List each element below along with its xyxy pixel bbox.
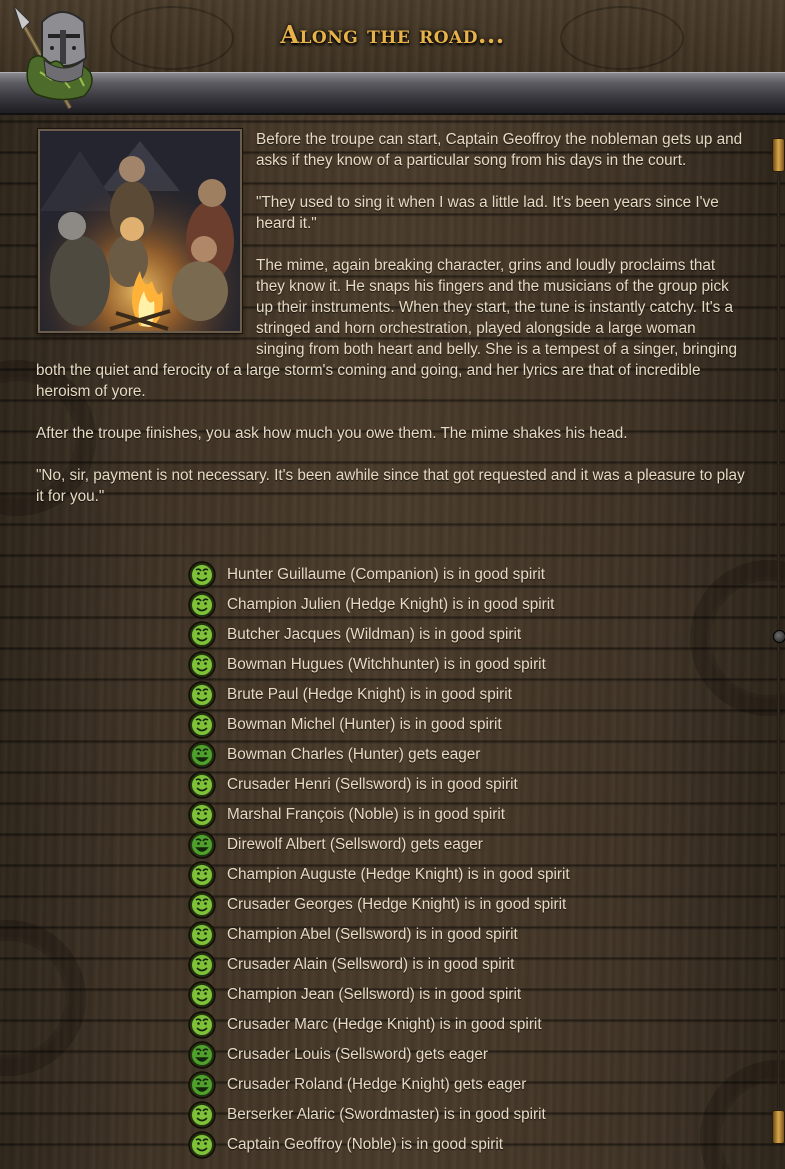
- story-paragraph: After the troupe finishes, you ask how m…: [36, 425, 628, 442]
- header-metal-band: [0, 72, 785, 115]
- mood-good-icon: [188, 681, 216, 709]
- result-text: Marshal François (Noble) is in good spir…: [227, 806, 505, 823]
- mood-good-icon: [188, 591, 216, 619]
- mood-good-icon: [188, 801, 216, 829]
- event-header: Along the road...: [0, 0, 785, 115]
- mood-good-icon: [188, 861, 216, 889]
- result-row: Bowman Michel (Hunter) is in good spirit: [188, 710, 688, 740]
- result-row: Crusader Roland (Hedge Knight) gets eage…: [188, 1070, 688, 1100]
- result-row: Crusader Henri (Sellsword) is in good sp…: [188, 770, 688, 800]
- mood-good-icon: [188, 561, 216, 589]
- result-row: Direwolf Albert (Sellsword) gets eager: [188, 830, 688, 860]
- result-row: Marshal François (Noble) is in good spir…: [188, 800, 688, 830]
- event-results-list: Hunter Guillaume (Companion) is in good …: [188, 560, 688, 1160]
- mood-good-icon: [188, 951, 216, 979]
- result-text: Crusader Louis (Sellsword) gets eager: [227, 1046, 489, 1063]
- result-row: Champion Julien (Hedge Knight) is in goo…: [188, 590, 688, 620]
- story-paragraph: "No, sir, payment is not necessary. It's…: [36, 467, 745, 505]
- result-row: Champion Jean (Sellsword) is in good spi…: [188, 980, 688, 1010]
- event-story: Before the troupe can start, Captain Geo…: [36, 129, 748, 528]
- mood-good-icon: [188, 651, 216, 679]
- result-row: Champion Abel (Sellsword) is in good spi…: [188, 920, 688, 950]
- result-text: Captain Geoffroy (Noble) is in good spir…: [227, 1136, 504, 1153]
- mood-good-icon: [188, 1101, 216, 1129]
- corner-knot-mid-right: [690, 560, 785, 716]
- image-wrap-spacer: [36, 129, 256, 345]
- result-text: Crusader Marc (Hedge Knight) is in good …: [227, 1016, 542, 1033]
- result-text: Bowman Hugues (Witchhunter) is in good s…: [227, 656, 546, 673]
- result-row: Bowman Charles (Hunter) gets eager: [188, 740, 688, 770]
- result-text: Bowman Charles (Hunter) gets eager: [227, 746, 481, 763]
- event-title: Along the road...: [280, 20, 505, 49]
- result-row: Crusader Louis (Sellsword) gets eager: [188, 1040, 688, 1070]
- mood-eager-icon: [188, 831, 216, 859]
- mood-eager-icon: [188, 1041, 216, 1069]
- scroll-down-button[interactable]: [772, 1110, 785, 1144]
- mood-eager-icon: [188, 741, 216, 769]
- scroll-up-button[interactable]: [772, 138, 785, 172]
- result-row: Crusader Georges (Hedge Knight) is in go…: [188, 890, 688, 920]
- mood-good-icon: [188, 1131, 216, 1159]
- result-text: Direwolf Albert (Sellsword) gets eager: [227, 836, 483, 853]
- mood-good-icon: [188, 921, 216, 949]
- result-row: Hunter Guillaume (Companion) is in good …: [188, 560, 688, 590]
- result-text: Bowman Michel (Hunter) is in good spirit: [227, 716, 502, 733]
- result-text: Crusader Alain (Sellsword) is in good sp…: [227, 956, 515, 973]
- result-text: Brute Paul (Hedge Knight) is in good spi…: [227, 686, 512, 703]
- result-row: Brute Paul (Hedge Knight) is in good spi…: [188, 680, 688, 710]
- result-text: Berserker Alaric (Swordmaster) is in goo…: [227, 1106, 546, 1123]
- result-row: Crusader Marc (Hedge Knight) is in good …: [188, 1010, 688, 1040]
- mood-good-icon: [188, 1011, 216, 1039]
- result-text: Crusader Roland (Hedge Knight) gets eage…: [227, 1076, 527, 1093]
- result-text: Crusader Henri (Sellsword) is in good sp…: [227, 776, 518, 793]
- result-row: Captain Geoffroy (Noble) is in good spir…: [188, 1130, 688, 1160]
- result-row: Crusader Alain (Sellsword) is in good sp…: [188, 950, 688, 980]
- result-row: Bowman Hugues (Witchhunter) is in good s…: [188, 650, 688, 680]
- scrollbar[interactable]: [772, 138, 785, 1144]
- result-text: Champion Jean (Sellsword) is in good spi…: [227, 986, 522, 1003]
- mood-good-icon: [188, 621, 216, 649]
- mood-eager-icon: [188, 1071, 216, 1099]
- result-text: Champion Abel (Sellsword) is in good spi…: [227, 926, 518, 943]
- mood-good-icon: [188, 981, 216, 1009]
- result-text: Hunter Guillaume (Companion) is in good …: [227, 566, 545, 583]
- result-row: Champion Auguste (Hedge Knight) is in go…: [188, 860, 688, 890]
- scrollbar-thumb[interactable]: [773, 630, 785, 643]
- result-text: Butcher Jacques (Wildman) is in good spi…: [227, 626, 522, 643]
- mood-good-icon: [188, 711, 216, 739]
- result-text: Crusader Georges (Hedge Knight) is in go…: [227, 896, 567, 913]
- corner-knot-mid-left: [0, 920, 86, 1076]
- helmet-spear-icon: [13, 5, 93, 109]
- event-screen: Along the road... Before the troupe can …: [0, 0, 785, 1169]
- mood-good-icon: [188, 891, 216, 919]
- result-row: Butcher Jacques (Wildman) is in good spi…: [188, 620, 688, 650]
- mood-good-icon: [188, 771, 216, 799]
- result-text: Champion Julien (Hedge Knight) is in goo…: [227, 596, 555, 613]
- result-text: Champion Auguste (Hedge Knight) is in go…: [227, 866, 570, 883]
- result-row: Berserker Alaric (Swordmaster) is in goo…: [188, 1100, 688, 1130]
